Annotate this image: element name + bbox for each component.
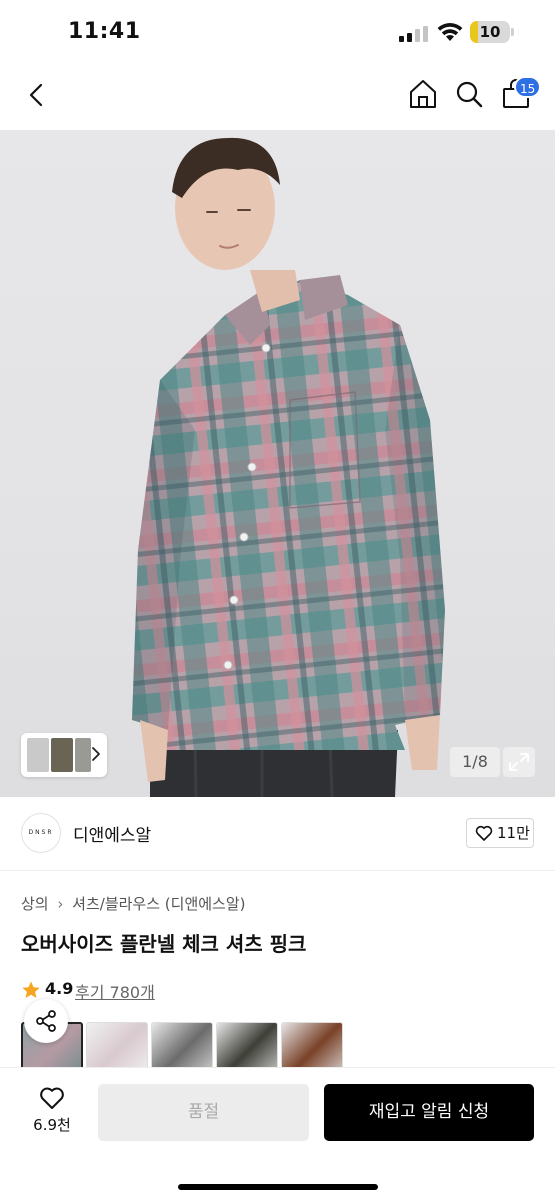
brand-logo[interactable]: DNSR [21,813,61,853]
status-time: 11:41 [68,19,141,44]
color-option-white[interactable] [86,1022,148,1068]
brand-row[interactable]: DNSR 디앤에스알 11만 [0,797,555,871]
cellular-signal-icon [399,26,428,42]
search-icon[interactable] [454,78,484,110]
star-icon [22,981,40,998]
gallery-thumbnail[interactable] [27,738,49,772]
review-count-link[interactable]: 후기 780개 [75,979,155,1003]
back-icon[interactable] [22,78,52,112]
wishlist-count: 6.9천 [33,1116,71,1134]
gallery-thumbnail-strip[interactable] [21,733,107,777]
rating-score: 4.9 [45,979,74,998]
image-counter: 1/8 [450,747,500,777]
brand-like-button[interactable]: 11만 [466,818,534,848]
purchase-bar: 6.9천 품절 재입고 알림 신청 [0,1067,555,1200]
share-button[interactable] [24,999,68,1043]
breadcrumb-item[interactable]: 상의 [21,895,49,913]
product-photo[interactable] [0,130,555,797]
battery-level: 10 [479,23,501,41]
heart-icon [40,1087,64,1109]
home-indicator [178,1184,378,1190]
color-option-gray[interactable] [151,1022,213,1068]
chevron-right-icon[interactable] [91,744,101,764]
soldout-button: 품절 [98,1084,309,1141]
home-icon[interactable] [406,76,440,112]
heart-icon [475,825,493,841]
gallery-thumbnail[interactable] [51,738,73,772]
expand-icon[interactable] [503,747,535,777]
product-image-gallery[interactable]: 1/8 [0,130,555,797]
color-option-brown[interactable] [281,1022,343,1068]
cart-count-badge: 15 [514,76,542,98]
product-title: 오버사이즈 플란넬 체크 셔츠 핑크 [21,932,307,956]
restock-alert-button[interactable]: 재입고 알림 신청 [324,1084,534,1141]
brand-like-count: 11만 [497,824,530,842]
breadcrumb-item[interactable]: 셔츠/블라우스 (디앤에스알) [72,895,245,913]
top-navigation: 15 [0,64,555,128]
battery-indicator: 10 [470,21,514,43]
color-options [21,1022,555,1068]
status-bar: 11:41 10 [0,0,555,64]
chevron-right-icon: › [57,895,64,913]
gallery-thumbnail[interactable] [75,738,91,772]
wishlist-button[interactable]: 6.9천 [22,1084,82,1138]
wifi-icon [437,23,463,41]
color-option-charcoal[interactable] [216,1022,278,1068]
share-icon [36,1010,56,1032]
brand-name[interactable]: 디앤에스알 [73,821,151,846]
breadcrumb: 상의 › 셔츠/블라우스 (디앤에스알) [21,893,246,914]
